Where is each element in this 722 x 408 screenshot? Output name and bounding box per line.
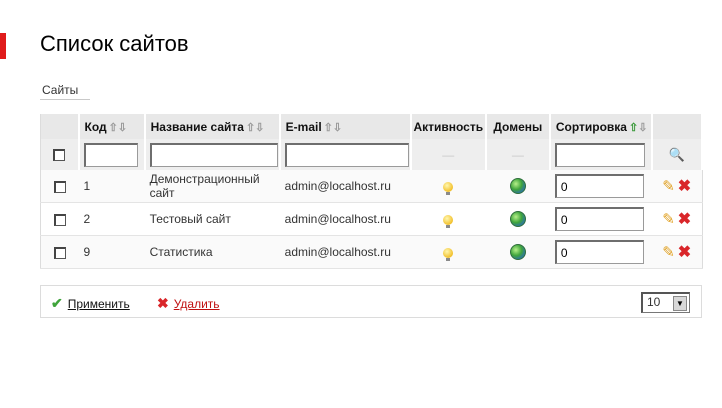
action-footer: ✔ Применить ✖ Удалить 10 ▼ xyxy=(40,285,702,318)
page-title: Список сайтов xyxy=(40,31,189,56)
sort-arrows-icon[interactable]: ⇧⇩ xyxy=(109,122,127,134)
row-code: 1 xyxy=(78,170,145,203)
column-header-email[interactable]: E-mail ⇧⇩ xyxy=(279,114,412,139)
filter-code-cell xyxy=(78,139,146,170)
row-checkbox-cell xyxy=(40,202,79,236)
column-label-name: Название сайта xyxy=(150,119,244,134)
row-name: Тестовый сайт xyxy=(144,202,280,236)
globe-icon[interactable] xyxy=(509,244,526,260)
pencil-icon[interactable]: ✎ xyxy=(662,211,675,228)
magnifier-icon[interactable]: 🔍 xyxy=(669,147,685,162)
page-size-select[interactable]: 10 ▼ xyxy=(641,292,690,313)
row-checkbox-cell xyxy=(40,170,79,203)
column-header-name[interactable]: Название сайта ⇧⇩ xyxy=(144,114,281,139)
filter-domains-placeholder: — xyxy=(511,147,524,162)
row-checkbox[interactable] xyxy=(53,213,66,226)
lightbulb-icon[interactable] xyxy=(443,214,454,228)
column-label-email: E-mail xyxy=(285,119,322,134)
pencil-icon[interactable]: ✎ xyxy=(662,178,675,195)
sort-arrows-icon[interactable]: ⇧⇩ xyxy=(324,122,342,134)
row-name: Статистика xyxy=(144,235,280,269)
filter-code-input[interactable] xyxy=(83,142,138,167)
row-actions-cell: ✎ ✖ xyxy=(651,170,702,203)
row-checkbox[interactable] xyxy=(53,180,66,193)
table-row: 2 Тестовый сайт admin@localhost.ru ✎✖ xyxy=(40,202,702,236)
row-sort-input[interactable] xyxy=(554,174,644,198)
lightbulb-icon[interactable] xyxy=(443,181,454,195)
row-domains-cell xyxy=(485,202,550,236)
column-label-sort: Сортировка xyxy=(555,119,627,134)
delete-x-icon[interactable]: ✖ xyxy=(678,178,691,195)
filter-email-input[interactable] xyxy=(284,142,409,167)
row-email: admin@localhost.ru xyxy=(279,235,411,269)
row-activity-cell xyxy=(410,235,486,269)
row-activity-cell xyxy=(410,202,486,236)
tab-sites[interactable]: Сайты xyxy=(40,82,91,100)
filter-sort-input[interactable] xyxy=(554,142,645,167)
row-actions-cell: ✎ ✖ xyxy=(651,202,702,236)
filter-domains-cell: — xyxy=(485,139,551,170)
column-label-code: Код xyxy=(84,119,107,134)
row-checkbox-cell xyxy=(40,235,79,269)
dropdown-arrow-icon[interactable]: ▼ xyxy=(673,296,687,311)
sort-arrows-icon[interactable]: ⇧⇩ xyxy=(629,122,647,134)
filter-activity-cell: — xyxy=(410,139,487,170)
header-row: Код ⇧⇩ Название сайта ⇧⇩ E-mail ⇧⇩ Активнос… xyxy=(40,114,704,139)
sort-arrows-icon[interactable]: ⇧⇩ xyxy=(246,122,264,134)
row-domains-cell xyxy=(485,235,550,269)
pencil-icon[interactable]: ✎ xyxy=(662,244,675,261)
row-sort-input[interactable] xyxy=(554,207,644,231)
filter-email-cell xyxy=(279,139,412,170)
globe-icon[interactable] xyxy=(509,211,526,227)
column-header-sort[interactable]: Сортировка ⇧⇩ xyxy=(549,114,653,139)
table-row: 1 Демонстрационный сайт admin@localhost.… xyxy=(40,170,702,203)
sites-table: Код ⇧⇩ Название сайта ⇧⇩ E-mail ⇧⇩ Активнос… xyxy=(40,114,704,269)
row-sort-cell xyxy=(549,170,652,203)
apply-button[interactable]: ✔ Применить xyxy=(51,295,130,312)
table-row: 9 Статистика admin@localhost.ru ✎✖ xyxy=(40,235,702,269)
header-checkbox-cell xyxy=(40,114,80,139)
filter-search-cell: 🔍 xyxy=(651,139,704,170)
row-sort-cell xyxy=(549,235,652,269)
column-label-domains: Домены xyxy=(493,119,543,134)
row-activity-cell xyxy=(410,170,486,203)
row-actions-cell: ✎ ✖ xyxy=(651,235,702,269)
delete-button[interactable]: ✖ Удалить xyxy=(157,295,220,312)
filter-sort-cell xyxy=(549,139,653,170)
filter-name-input[interactable] xyxy=(149,142,278,167)
row-code: 2 xyxy=(78,202,145,236)
lightbulb-icon[interactable] xyxy=(443,247,454,261)
row-name: Демонстрационный сайт xyxy=(144,170,280,203)
page-size-value: 10 xyxy=(647,295,661,309)
select-all-checkbox[interactable] xyxy=(53,149,66,162)
filter-name-cell xyxy=(144,139,281,170)
filter-row: — — 🔍 xyxy=(40,139,704,170)
filter-activity-placeholder: — xyxy=(442,147,455,162)
column-header-activity: Активность xyxy=(410,114,487,139)
column-header-domains: Домены xyxy=(485,114,551,139)
column-header-code[interactable]: Код ⇧⇩ xyxy=(78,114,146,139)
row-domains-cell xyxy=(485,170,550,203)
globe-icon[interactable] xyxy=(509,178,526,194)
delete-x-icon: ✖ xyxy=(157,295,169,311)
tab-bar: Сайты xyxy=(40,82,91,100)
row-email: admin@localhost.ru xyxy=(279,202,411,236)
checkmark-icon: ✔ xyxy=(51,295,63,311)
delete-link[interactable]: Удалить xyxy=(174,297,220,311)
row-code: 9 xyxy=(78,235,145,269)
row-email: admin@localhost.ru xyxy=(279,170,411,203)
delete-x-icon[interactable]: ✖ xyxy=(678,244,691,261)
delete-x-icon[interactable]: ✖ xyxy=(678,211,691,228)
row-sort-cell xyxy=(549,202,652,236)
row-sort-input[interactable] xyxy=(554,240,644,264)
apply-link[interactable]: Применить xyxy=(68,297,130,311)
column-label-activity: Активность xyxy=(413,119,484,134)
title-accent-bar xyxy=(0,33,6,59)
filter-checkbox-cell xyxy=(40,139,80,170)
header-actions-cell xyxy=(651,114,704,139)
row-checkbox[interactable] xyxy=(53,246,66,259)
